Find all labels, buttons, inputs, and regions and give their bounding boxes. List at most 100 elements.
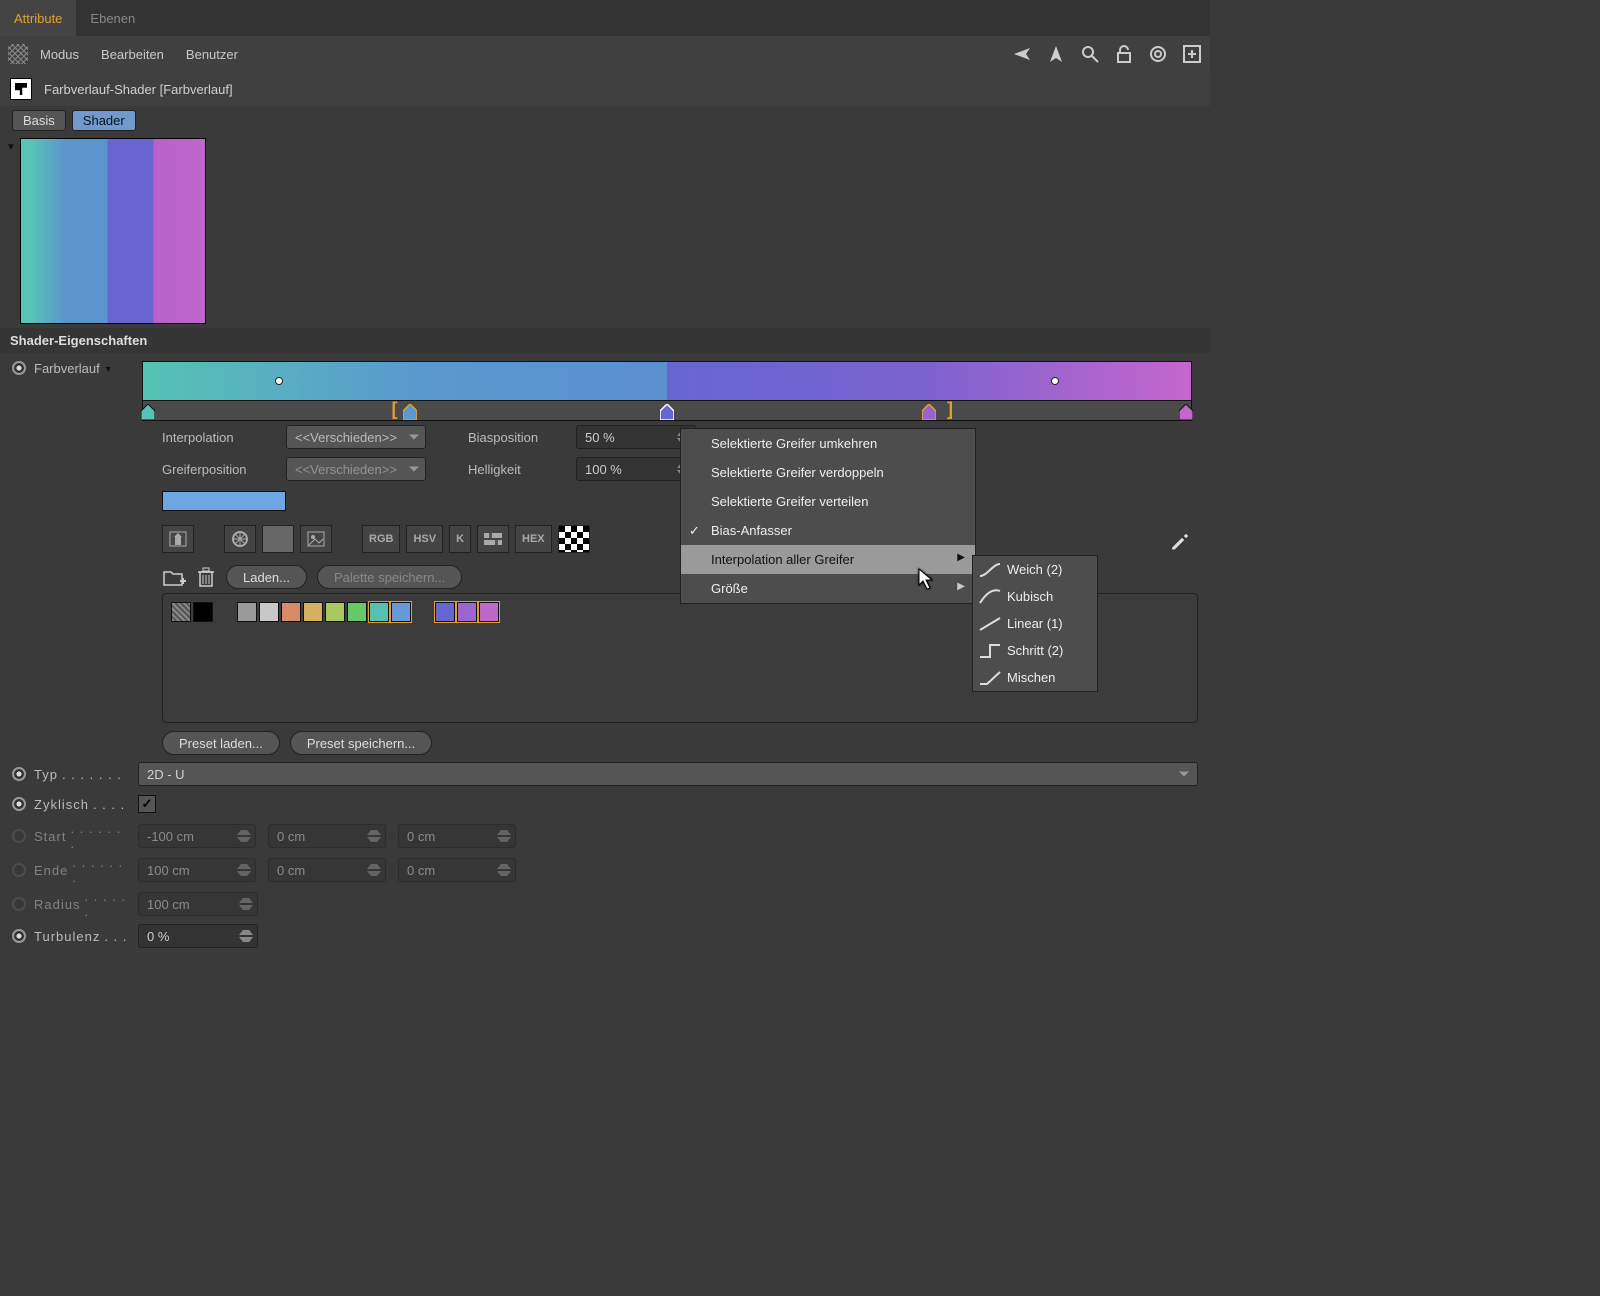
swatch[interactable] [479, 602, 499, 622]
kelvin-mode-button[interactable]: K [449, 525, 471, 553]
color-wheel-icon[interactable] [224, 525, 256, 553]
gradient-bar[interactable] [142, 361, 1192, 401]
anim-dot[interactable] [12, 797, 26, 811]
brightness-field[interactable]: 100 % [576, 457, 696, 481]
search-icon[interactable] [1080, 44, 1100, 64]
preset-load-button[interactable]: Preset laden... [162, 731, 280, 755]
ende-z-field[interactable]: 0 cm [398, 858, 516, 882]
sub-linear[interactable]: Linear (1) [973, 610, 1097, 637]
color-wheel-rect-icon[interactable] [162, 525, 194, 553]
color-spectrum-icon[interactable] [262, 525, 294, 553]
sub-schritt[interactable]: Schritt (2) [973, 637, 1097, 664]
hex-mode-button[interactable]: HEX [515, 525, 552, 553]
sub-kubisch[interactable]: Kubisch [973, 583, 1097, 610]
biasposition-field[interactable]: 50 % [576, 425, 696, 449]
swatch[interactable] [391, 602, 411, 622]
anim-dot[interactable] [12, 929, 26, 943]
swatch[interactable] [347, 602, 367, 622]
gradient-knot[interactable] [922, 404, 936, 420]
swatch[interactable] [457, 602, 477, 622]
label-turbulenz: Turbulenz . . . [34, 929, 130, 944]
swatch[interactable] [237, 602, 257, 622]
gradient-preview[interactable] [20, 138, 206, 324]
start-x-field[interactable]: -100 cm [138, 824, 256, 848]
ctx-bias-handle[interactable]: Bias-Anfasser [681, 516, 975, 545]
top-tab-bar: Attribute Ebenen [0, 0, 1210, 36]
param-gradient: Farbverlauf▼ [ ] [12, 361, 1198, 421]
load-button[interactable]: Laden... [226, 565, 307, 589]
swatch[interactable] [325, 602, 345, 622]
label-gradient: Farbverlauf▼ [34, 361, 134, 376]
anim-dot [12, 897, 26, 911]
bias-dot[interactable] [1051, 377, 1059, 385]
target-icon[interactable] [1148, 44, 1168, 64]
mixer-icon[interactable] [477, 525, 509, 553]
sub-mischen[interactable]: Mischen [973, 664, 1097, 691]
zyklisch-checkbox[interactable]: ✓ [138, 795, 156, 813]
start-z-field[interactable]: 0 cm [398, 824, 516, 848]
mouse-cursor-icon [918, 568, 936, 597]
trash-icon[interactable] [196, 566, 216, 588]
ende-x-field[interactable]: 100 cm [138, 858, 256, 882]
new-panel-icon[interactable] [1182, 44, 1202, 64]
label-typ: Typ . . . . . . . [34, 767, 130, 782]
sub-weich[interactable]: Weich (2) [973, 556, 1097, 583]
subtab-basis[interactable]: Basis [12, 110, 66, 131]
ctx-distribute-handles[interactable]: Selektierte Greifer verteilen [681, 487, 975, 516]
chevron-down-icon[interactable]: ▼ [104, 364, 113, 374]
radius-field[interactable]: 100 cm [138, 892, 258, 916]
gradient-handle-track[interactable]: [ ] [142, 401, 1192, 421]
gradient-knot[interactable] [660, 404, 674, 420]
gradient-knot[interactable] [403, 404, 417, 420]
swatch-none[interactable] [171, 602, 191, 622]
ende-y-field[interactable]: 0 cm [268, 858, 386, 882]
turbulenz-field[interactable]: 0 % [138, 924, 258, 948]
tab-ebenen[interactable]: Ebenen [76, 0, 149, 36]
save-palette-button[interactable]: Palette speichern... [317, 565, 462, 589]
menu-modus[interactable]: Modus [40, 47, 79, 62]
nav-up-icon[interactable] [1046, 44, 1066, 64]
anim-dot[interactable] [12, 767, 26, 781]
shader-object-icon [10, 78, 32, 100]
swatch[interactable] [435, 602, 455, 622]
bias-dot[interactable] [275, 377, 283, 385]
lock-icon[interactable] [1114, 44, 1134, 64]
handle-position-field[interactable]: <<Verschieden>> [286, 457, 426, 481]
gradient-knot[interactable] [1179, 404, 1193, 420]
ctx-double-handles[interactable]: Selektierte Greifer verdoppeln [681, 458, 975, 487]
swatch[interactable] [303, 602, 323, 622]
label-zyklisch: Zyklisch . . . . [34, 797, 130, 812]
object-title: Farbverlauf-Shader [Farbverlauf] [44, 82, 233, 97]
hsv-mode-button[interactable]: HSV [406, 525, 443, 553]
menu-bearbeiten[interactable]: Bearbeiten [101, 47, 164, 62]
swatch[interactable] [259, 602, 279, 622]
subtab-shader[interactable]: Shader [72, 110, 136, 131]
anim-dot [12, 863, 26, 877]
menu-benutzer[interactable]: Benutzer [186, 47, 238, 62]
rgb-mode-button[interactable]: RGB [362, 525, 400, 553]
anim-dot-gradient[interactable] [12, 361, 26, 375]
label-ende: Ende . . . . . . . [34, 855, 130, 885]
ctx-invert-handles[interactable]: Selektierte Greifer umkehren [681, 429, 975, 458]
image-picker-icon[interactable] [300, 525, 332, 553]
label-radius: Radius. . . . . . [34, 889, 130, 919]
grid-icon[interactable] [8, 44, 28, 64]
nav-back-icon[interactable] [1012, 44, 1032, 64]
typ-select[interactable]: 2D - U [138, 762, 1198, 786]
interpolation-select[interactable]: <<Verschieden>> [286, 425, 426, 449]
section-header-shader-properties: Shader-Eigenschaften [0, 328, 1210, 353]
swatch[interactable] [193, 602, 213, 622]
swatches-icon[interactable] [558, 525, 590, 553]
preset-save-button[interactable]: Preset speichern... [290, 731, 432, 755]
swatch[interactable] [281, 602, 301, 622]
add-folder-icon[interactable] [162, 566, 186, 588]
selected-knot-color[interactable] [162, 491, 286, 511]
swatch[interactable] [369, 602, 389, 622]
anim-dot [12, 829, 26, 843]
disclosure-icon[interactable]: ▼ [6, 142, 16, 153]
gradient-knot[interactable] [141, 404, 155, 420]
tab-attribute[interactable]: Attribute [0, 0, 76, 36]
preview-row: ▼ [0, 134, 1210, 328]
eyedropper-icon[interactable] [1168, 527, 1192, 551]
start-y-field[interactable]: 0 cm [268, 824, 386, 848]
